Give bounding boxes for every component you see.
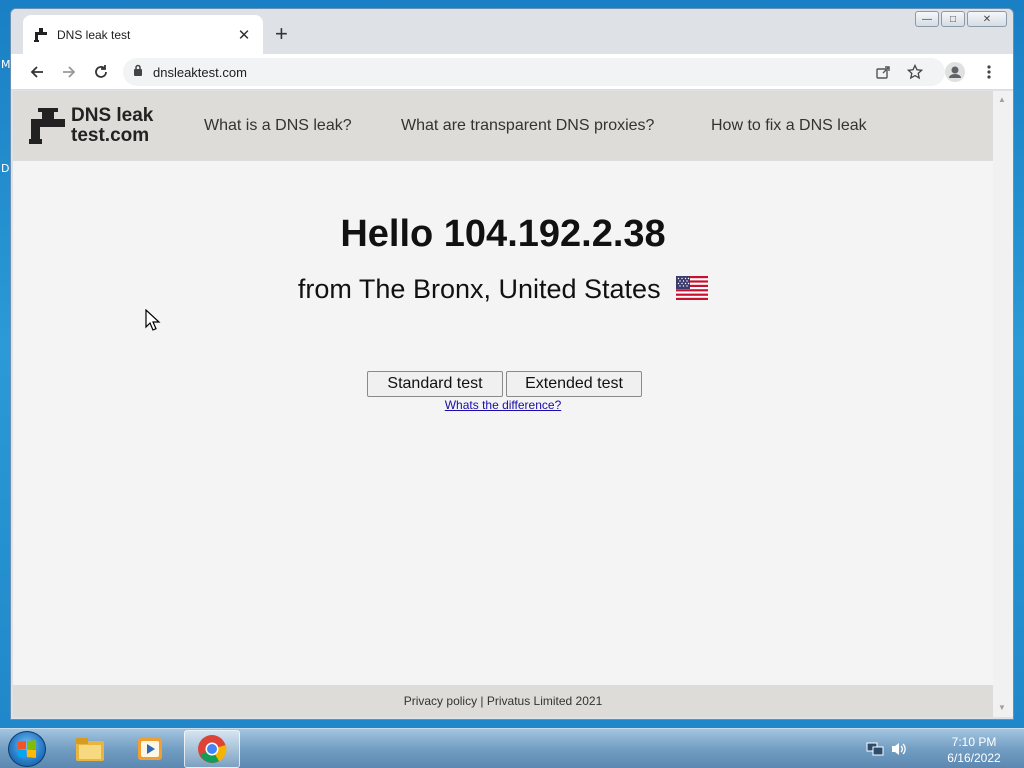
clock-date: 6/16/2022 (947, 751, 1001, 765)
standard-test-button[interactable]: Standard test (367, 371, 503, 397)
url-text: dnsleaktest.com (153, 64, 247, 80)
taskbar: 7:10 PM 6/16/2022 (0, 728, 1024, 768)
address-bar[interactable]: dnsleaktest.com (123, 58, 945, 86)
file-explorer-icon (76, 738, 104, 761)
bookmark-star-icon[interactable] (903, 60, 927, 84)
page-viewport: DNS leak test.com What is a DNS leak? Wh… (13, 91, 993, 717)
scroll-down-icon[interactable]: ▼ (998, 703, 1006, 712)
share-icon[interactable] (871, 60, 895, 84)
location-text: from The Bronx, United States (297, 274, 661, 304)
windows-logo-icon (18, 740, 36, 758)
browser-toolbar: dnsleaktest.com (11, 54, 1013, 90)
browser-titlebar: DNS leak test ✕ + — □ ✕ (11, 9, 1013, 54)
window-controls: — □ ✕ (915, 11, 1007, 27)
taskbar-chrome[interactable] (184, 730, 240, 768)
nav-how-to-fix[interactable]: How to fix a DNS leak (711, 117, 867, 135)
extended-test-button[interactable]: Extended test (506, 371, 642, 397)
start-button[interactable] (8, 731, 46, 767)
chrome-icon (198, 735, 227, 763)
nav-transparent-dns-proxies[interactable]: What are transparent DNS proxies? (401, 117, 654, 135)
nav-what-is-dns-leak[interactable]: What is a DNS leak? (204, 117, 352, 135)
minimize-button[interactable]: — (915, 11, 939, 27)
page-scrollbar[interactable]: ▲ ▼ (993, 91, 1013, 717)
faucet-logo-icon (29, 108, 65, 144)
us-flag-icon (676, 276, 709, 300)
system-clock[interactable]: 7:10 PM 6/16/2022 (938, 734, 1010, 766)
browser-window: DNS leak test ✕ + — □ ✕ dnsleaktest.com (10, 8, 1014, 720)
close-window-button[interactable]: ✕ (967, 11, 1007, 27)
taskbar-media-player[interactable] (122, 730, 178, 768)
scroll-up-icon[interactable]: ▲ (998, 95, 1006, 104)
volume-icon[interactable] (890, 741, 908, 757)
hello-ip-heading: Hello 104.192.2.38 (340, 213, 666, 255)
logo-text-line1: DNS leak (71, 105, 154, 126)
profile-avatar-icon[interactable] (943, 60, 967, 84)
maximize-button[interactable]: □ (941, 11, 965, 27)
taskbar-file-explorer[interactable] (62, 730, 118, 768)
desktop-icon-label: D (1, 162, 10, 175)
faucet-icon (33, 27, 49, 43)
site-footer[interactable]: Privacy policy | Privatus Limited 2021 (13, 685, 993, 717)
lock-icon (133, 63, 143, 81)
browser-tab[interactable]: DNS leak test ✕ (23, 15, 263, 54)
tab-close-icon[interactable]: ✕ (235, 26, 253, 44)
whats-the-difference-link[interactable]: Whats the difference? (13, 398, 993, 412)
location-line: from The Bronx, United States (13, 274, 993, 305)
forward-icon[interactable] (57, 60, 81, 84)
network-icon[interactable] (866, 741, 884, 757)
site-logo[interactable]: DNS leak test.com (29, 103, 169, 147)
reload-icon[interactable] (89, 60, 113, 84)
tab-title: DNS leak test (57, 27, 131, 42)
menu-kebab-icon[interactable] (977, 60, 1001, 84)
site-header: DNS leak test.com What is a DNS leak? Wh… (13, 91, 993, 161)
back-icon[interactable] (25, 60, 49, 84)
media-player-icon (138, 738, 162, 760)
logo-text-line2: test.com (71, 125, 150, 146)
clock-time: 7:10 PM (951, 735, 997, 749)
mouse-cursor-icon (145, 309, 161, 331)
new-tab-icon[interactable]: + (275, 23, 288, 45)
